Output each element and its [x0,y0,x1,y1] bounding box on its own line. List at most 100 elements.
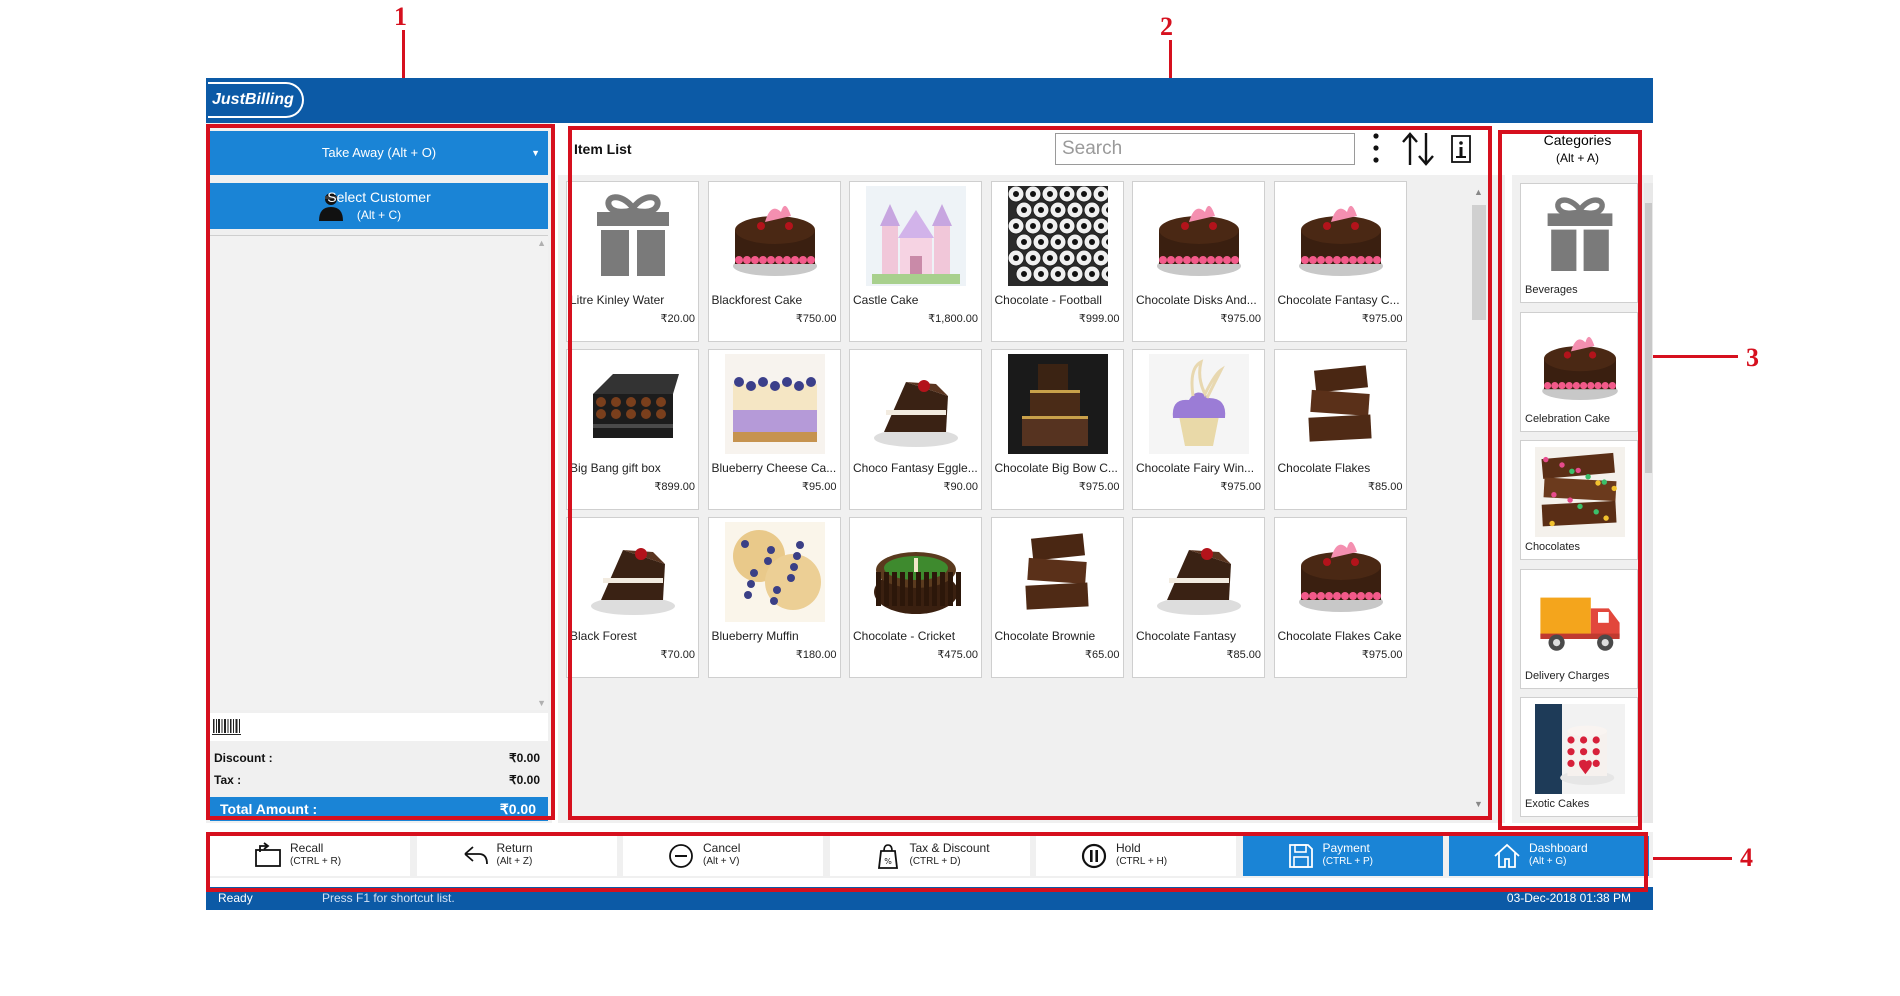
exotic-cake-photo [1535,704,1625,794]
pastry-photo [1149,522,1249,622]
gift-icon [583,186,683,286]
scroll-down-icon[interactable]: ▼ [537,698,546,708]
item-name: Chocolate Big Bow C... [994,461,1118,475]
item-name: Choco Fantasy Eggle... [853,461,978,475]
cake-photo [724,186,825,286]
sort-icon[interactable] [1400,131,1438,167]
item-tile[interactable]: Big Bang gift box ₹899.00 [566,349,699,510]
cupcake-photo [1149,354,1249,454]
category-tile[interactable]: Delivery Charges [1520,568,1638,689]
item-grid: Litre Kinley Water ₹20.00 Blackforest Ca… [566,181,1456,813]
order-type-dropdown[interactable]: Take Away (Alt + O) ▼ [210,131,548,175]
category-tile[interactable]: Chocolates [1520,440,1638,560]
item-tile[interactable]: Blueberry Cheese Ca... ₹95.00 [707,349,841,510]
scrollbar-thumb[interactable] [1472,205,1486,320]
item-name: Blueberry Cheese Ca... [711,461,837,475]
cake-photo [1149,186,1249,286]
item-price: ₹70.00 [660,649,695,661]
cancel-icon [667,842,695,870]
item-price: ₹999.00 [1078,313,1120,325]
discount-value: ₹0.00 [509,751,540,765]
total-amount-value: ₹0.00 [499,801,536,817]
item-tile[interactable]: Chocolate - Cricket ₹475.00 [849,517,982,678]
hold-label: Hold [1116,841,1141,855]
item-list-title: Item List [574,141,632,157]
return-label: Return [496,841,533,855]
item-tile[interactable]: Chocolate Disks And... ₹975.00 [1132,181,1265,342]
hold-button[interactable]: Hold (CTRL + H) [1036,836,1236,876]
return-button[interactable]: Return (Alt + Z) [416,836,617,876]
title-bar: JustBilling [206,78,1653,123]
item-tile[interactable]: Black Forest ₹70.00 [566,517,699,678]
item-tile[interactable]: Chocolate Fantasy ₹85.00 [1132,517,1265,678]
action-toolbar: Recall (CTRL + R) Return (Alt + Z) Cance… [206,832,1653,878]
tower-cake-photo [1007,354,1108,454]
item-tile[interactable]: Chocolate Fairy Win... ₹975.00 [1132,349,1265,510]
category-name: Chocolates [1525,541,1581,553]
annotation-2: 2 [1160,12,1173,41]
category-tile[interactable]: Celebration Cake [1520,311,1638,432]
item-tile[interactable]: Blueberry Muffin ₹180.00 [707,517,841,678]
tax-discount-shortcut: (CTRL + D) [909,856,961,867]
dashboard-button[interactable]: Dashboard (Alt + G) [1449,836,1649,876]
item-tile[interactable]: Castle Cake ₹1,800.00 [849,181,982,342]
category-name: Celebration Cake [1525,412,1610,425]
scroll-up-icon[interactable]: ▲ [1474,187,1483,197]
cricket-cake-photo [866,522,966,622]
return-icon [461,842,489,870]
search-input[interactable] [1055,133,1355,165]
item-tile[interactable]: Chocolate Flakes ₹85.00 [1273,349,1407,510]
item-name: Chocolate Flakes [1277,461,1371,475]
scroll-down-icon[interactable]: ▼ [1474,799,1483,809]
categories-shortcut: (Alt + A) [1555,151,1599,165]
item-price: ₹750.00 [795,313,837,325]
barcode-input-row[interactable] [210,713,548,741]
svg-text:%: % [884,857,892,866]
status-hint: Press F1 for shortcut list. [322,891,455,905]
recall-button[interactable]: Recall (CTRL + R) [210,836,410,876]
gift-box-photo [583,354,683,454]
item-list-scrollbar[interactable]: ▲ ▼ [1464,183,1494,811]
item-tile[interactable]: Chocolate Brownie ₹65.00 [990,517,1124,678]
item-name: Chocolate Fantasy [1136,629,1237,643]
tax-row: Tax : ₹0.00 [214,773,540,787]
category-name: Delivery Charges [1525,669,1610,682]
total-amount-bar: Total Amount : ₹0.00 [210,797,548,821]
item-tile[interactable]: Choco Fantasy Eggle... ₹90.00 [849,349,982,510]
item-price: ₹975.00 [1220,313,1261,325]
cart-list[interactable]: ▲ ▼ [210,235,548,710]
cancel-button[interactable]: Cancel (Alt + V) [623,836,823,876]
item-tile[interactable]: Chocolate Fantasy C... ₹975.00 [1273,181,1407,342]
item-tile[interactable]: Chocolate Big Bow C... ₹975.00 [990,349,1124,510]
item-tile[interactable]: Litre Kinley Water ₹20.00 [566,181,699,342]
item-tile[interactable]: Blackforest Cake ₹750.00 [707,181,841,342]
scrollbar-thumb[interactable] [1645,203,1652,473]
item-tile[interactable]: Chocolate - Football ₹999.00 [990,181,1124,342]
info-icon[interactable] [1450,135,1472,163]
app-logo: JustBilling [208,82,304,118]
scroll-up-icon[interactable]: ▲ [537,238,546,248]
barcode-icon [212,719,241,735]
tax-discount-button[interactable]: % Tax & Discount (CTRL + D) [829,836,1030,876]
status-state: Ready [218,891,253,905]
category-tile[interactable]: Exotic Cakes [1520,697,1638,817]
select-customer-label: Select Customer [327,189,431,205]
category-tile[interactable]: Beverages [1520,183,1638,303]
more-vertical-icon[interactable] [1370,131,1382,167]
item-name: Castle Cake [853,293,919,307]
payment-shortcut: (CTRL + P) [1322,856,1373,867]
item-price: ₹975.00 [1361,649,1403,661]
pastry-photo [866,354,966,454]
status-datetime: 03-Dec-2018 01:38 PM [1506,891,1631,905]
select-customer-button[interactable]: Select Customer (Alt + C) [210,183,548,229]
item-price: ₹975.00 [1078,481,1120,493]
chevron-down-icon: ▼ [531,148,540,158]
item-price: ₹85.00 [1367,481,1403,493]
payment-label: Payment [1322,841,1370,855]
categories-scrollbar[interactable] [1644,183,1653,823]
item-name: Chocolate Brownie [994,629,1096,643]
recall-shortcut: (CTRL + R) [290,856,342,867]
payment-button[interactable]: Payment (CTRL + P) [1242,836,1443,876]
item-price: ₹975.00 [1361,313,1403,325]
item-tile[interactable]: Chocolate Flakes Cake ₹975.00 [1273,517,1407,678]
